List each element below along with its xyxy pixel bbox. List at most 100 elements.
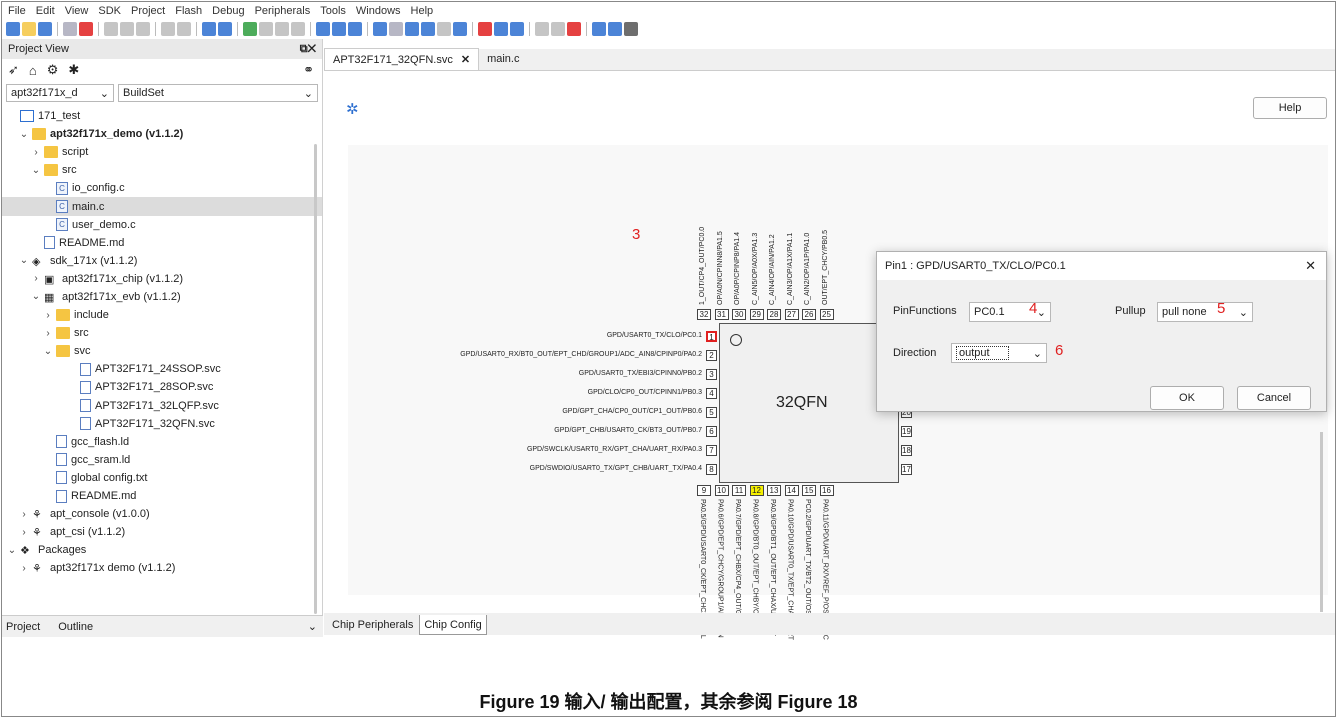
tree-item[interactable]: ⌄ ◈ sdk_171x (v1.1.2)	[2, 252, 322, 270]
chevron-right-icon[interactable]: ›	[42, 328, 54, 339]
tree-item[interactable]: › ▣ apt32f171x_chip (v1.1.2)	[2, 270, 322, 288]
replace-icon[interactable]	[348, 22, 362, 36]
pin-10[interactable]: 10	[714, 485, 729, 496]
breakpoint-icon[interactable]	[478, 22, 492, 36]
tree-item[interactable]: APT32F171_32LQFP.svc	[2, 397, 322, 415]
menu-debug[interactable]: Debug	[212, 5, 244, 17]
tree-item[interactable]: › ⚘ apt_console (v1.0.0)	[2, 505, 322, 523]
pin-27[interactable]: 27	[784, 309, 799, 320]
zoom-out-icon[interactable]	[510, 22, 524, 36]
redo-icon[interactable]	[177, 22, 191, 36]
copy-icon[interactable]	[120, 22, 134, 36]
back-icon[interactable]	[202, 22, 216, 36]
tree-item[interactable]: APT32F171_24SSOP.svc	[2, 360, 322, 378]
tab-chip-peripherals[interactable]: Chip Peripherals	[328, 615, 417, 635]
tree-item[interactable]: ⌄ src	[2, 161, 322, 179]
pin-28[interactable]: 28	[767, 309, 781, 320]
close-icon[interactable]: ✕	[1305, 258, 1316, 274]
menu-project[interactable]: Project	[131, 5, 165, 17]
pin-30[interactable]: 30	[732, 309, 746, 320]
find-icon[interactable]	[316, 22, 330, 36]
tree-item[interactable]: ⌄ ▦ apt32f171x_evb (v1.1.2)	[2, 288, 322, 306]
chevron-right-icon[interactable]: ›	[30, 147, 42, 158]
bug-icon[interactable]	[624, 22, 638, 36]
menu-windows[interactable]: Windows	[356, 5, 401, 17]
locate-icon[interactable]: ➶	[8, 62, 19, 78]
pin-11[interactable]: 11	[732, 485, 746, 496]
bookmark-next-icon[interactable]	[275, 22, 289, 36]
step-icon[interactable]	[551, 22, 565, 36]
chevron-right-icon[interactable]: ›	[18, 527, 30, 538]
erase-icon[interactable]	[437, 22, 451, 36]
pin-1[interactable]: 1	[706, 331, 717, 342]
tree-item[interactable]: README.md	[2, 487, 322, 505]
pin-4[interactable]: 4	[706, 388, 717, 399]
chevron-right-icon[interactable]: ›	[42, 310, 54, 321]
pinfunctions-select[interactable]: PC0.1 ⌄	[969, 302, 1051, 322]
paste-icon[interactable]	[136, 22, 150, 36]
tree-item[interactable]: Cmain.c	[2, 197, 322, 216]
menu-edit[interactable]: Edit	[36, 5, 55, 17]
find-files-icon[interactable]	[332, 22, 346, 36]
debug-icon[interactable]	[453, 22, 467, 36]
chip-icon[interactable]	[405, 22, 419, 36]
direction-select[interactable]: output ⌄	[951, 343, 1047, 363]
pin-26[interactable]: 26	[802, 309, 816, 320]
menu-file[interactable]: File	[8, 5, 26, 17]
close-icon[interactable]: ✕	[461, 53, 470, 66]
pin-14[interactable]: 14	[784, 485, 799, 496]
config-icon[interactable]: ✲	[346, 100, 359, 118]
tree-item[interactable]: › script	[2, 143, 322, 161]
tab-outline[interactable]: Outline	[58, 621, 93, 633]
refresh-icon[interactable]	[608, 22, 622, 36]
pin-6[interactable]: 6	[706, 426, 717, 437]
settings-icon[interactable]: ⚙	[47, 62, 59, 78]
pin-9[interactable]: 9	[697, 485, 711, 496]
tree-item[interactable]: 171_test	[2, 107, 322, 125]
menu-help[interactable]: Help	[411, 5, 434, 17]
link-icon[interactable]: ⚭	[303, 62, 314, 78]
tree-item[interactable]: ⌄ svc	[2, 342, 322, 360]
flag-icon[interactable]	[243, 22, 257, 36]
tree-item[interactable]: Cio_config.c	[2, 179, 322, 197]
ok-button[interactable]: OK	[1150, 386, 1224, 410]
tab-chip-config[interactable]: Chip Config	[419, 615, 487, 635]
panel-float-close-icon[interactable]: ⧉✕	[300, 43, 316, 56]
tree-item[interactable]: Cuser_demo.c	[2, 216, 322, 234]
tree-item[interactable]: APT32F171_32QFN.svc	[2, 415, 322, 433]
close-icon[interactable]	[79, 22, 93, 36]
pin-16[interactable]: 16	[819, 485, 834, 496]
home-icon[interactable]: ⌂	[29, 63, 37, 78]
pin-13[interactable]: 13	[767, 485, 781, 496]
bookmark-clear-icon[interactable]	[291, 22, 305, 36]
tree-item[interactable]: gcc_flash.ld	[2, 433, 322, 451]
bug-icon[interactable]: ✱	[68, 62, 79, 78]
tree-item[interactable]: APT32F171_28SOP.svc	[2, 378, 322, 396]
pin-12[interactable]: 12	[749, 485, 764, 496]
pin-2[interactable]: 2	[706, 350, 717, 361]
tab-svc-file[interactable]: APT32F171_32QFN.svc ✕	[324, 48, 480, 70]
reset-icon[interactable]	[567, 22, 581, 36]
zoom-in-icon[interactable]	[494, 22, 508, 36]
chevron-right-icon[interactable]: ›	[30, 273, 42, 284]
help-button[interactable]: Help	[1253, 97, 1327, 119]
tree-item[interactable]: gcc_sram.ld	[2, 451, 322, 469]
tree-item[interactable]: › ⚘ apt32f171x demo (v1.1.2)	[2, 559, 322, 577]
pin-7[interactable]: 7	[706, 445, 717, 456]
pin-15[interactable]: 15	[802, 485, 816, 496]
editor-scrollbar[interactable]	[1320, 432, 1323, 612]
chevron-down-icon[interactable]: ⌄	[18, 129, 30, 140]
open-folder-icon[interactable]	[22, 22, 36, 36]
menu-tools[interactable]: Tools	[320, 5, 346, 17]
save-icon[interactable]	[38, 22, 52, 36]
tree-item[interactable]: README.md	[2, 234, 322, 252]
tab-main-c[interactable]: main.c	[479, 48, 527, 70]
undo-icon[interactable]	[161, 22, 175, 36]
new-file-icon[interactable]	[6, 22, 20, 36]
save-all-icon[interactable]	[63, 22, 77, 36]
pin-31[interactable]: 31	[714, 309, 729, 320]
stop-icon[interactable]	[592, 22, 606, 36]
tree-item[interactable]: › src	[2, 324, 322, 342]
download-icon[interactable]	[421, 22, 435, 36]
pin-5[interactable]: 5	[706, 407, 717, 418]
